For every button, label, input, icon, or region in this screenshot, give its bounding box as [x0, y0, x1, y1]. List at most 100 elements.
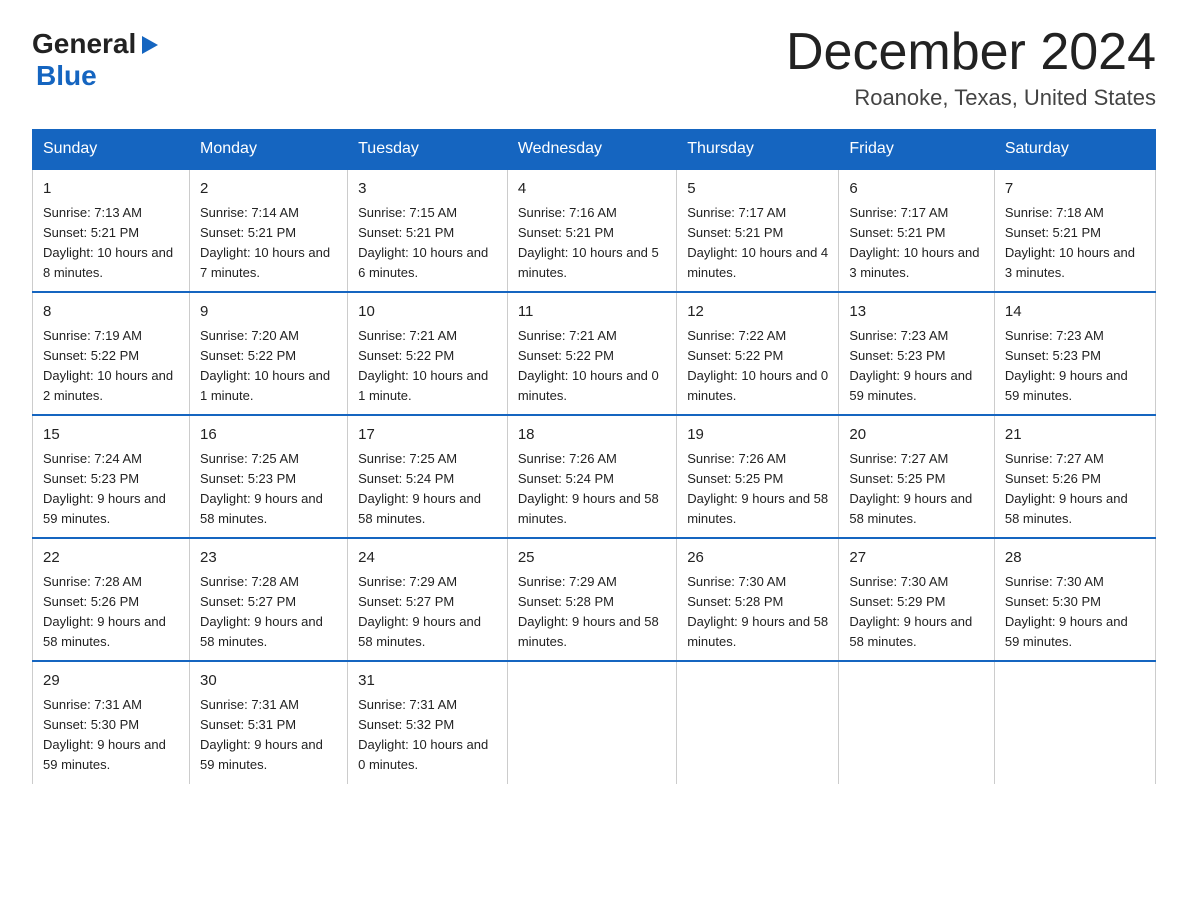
calendar-cell: 23Sunrise: 7:28 AMSunset: 5:27 PMDayligh… — [190, 538, 348, 661]
day-info: Sunrise: 7:22 AMSunset: 5:22 PMDaylight:… — [687, 326, 828, 407]
day-info: Sunrise: 7:25 AMSunset: 5:23 PMDaylight:… — [200, 449, 337, 530]
col-saturday: Saturday — [994, 130, 1155, 170]
calendar-cell: 30Sunrise: 7:31 AMSunset: 5:31 PMDayligh… — [190, 661, 348, 783]
day-info: Sunrise: 7:19 AMSunset: 5:22 PMDaylight:… — [43, 326, 179, 407]
day-number: 9 — [200, 301, 337, 324]
calendar-cell: 6Sunrise: 7:17 AMSunset: 5:21 PMDaylight… — [839, 169, 994, 292]
day-number: 13 — [849, 301, 983, 324]
day-number: 6 — [849, 178, 983, 201]
logo-general: General — [32, 28, 136, 60]
calendar-cell: 7Sunrise: 7:18 AMSunset: 5:21 PMDaylight… — [994, 169, 1155, 292]
calendar-cell: 25Sunrise: 7:29 AMSunset: 5:28 PMDayligh… — [507, 538, 676, 661]
calendar-cell — [507, 661, 676, 783]
title-block: December 2024 Roanoke, Texas, United Sta… — [786, 24, 1156, 111]
day-number: 15 — [43, 424, 179, 447]
calendar-cell: 29Sunrise: 7:31 AMSunset: 5:30 PMDayligh… — [33, 661, 190, 783]
calendar-header-row: Sunday Monday Tuesday Wednesday Thursday… — [33, 130, 1156, 170]
week-row-1: 1Sunrise: 7:13 AMSunset: 5:21 PMDaylight… — [33, 169, 1156, 292]
calendar-cell: 1Sunrise: 7:13 AMSunset: 5:21 PMDaylight… — [33, 169, 190, 292]
day-info: Sunrise: 7:23 AMSunset: 5:23 PMDaylight:… — [849, 326, 983, 407]
day-number: 1 — [43, 178, 179, 201]
day-info: Sunrise: 7:30 AMSunset: 5:29 PMDaylight:… — [849, 572, 983, 653]
calendar-cell: 20Sunrise: 7:27 AMSunset: 5:25 PMDayligh… — [839, 415, 994, 538]
day-number: 19 — [687, 424, 828, 447]
calendar-cell: 15Sunrise: 7:24 AMSunset: 5:23 PMDayligh… — [33, 415, 190, 538]
calendar-cell: 11Sunrise: 7:21 AMSunset: 5:22 PMDayligh… — [507, 292, 676, 415]
day-info: Sunrise: 7:16 AMSunset: 5:21 PMDaylight:… — [518, 203, 666, 284]
day-number: 22 — [43, 547, 179, 570]
day-info: Sunrise: 7:30 AMSunset: 5:30 PMDaylight:… — [1005, 572, 1145, 653]
day-info: Sunrise: 7:27 AMSunset: 5:25 PMDaylight:… — [849, 449, 983, 530]
calendar-cell: 24Sunrise: 7:29 AMSunset: 5:27 PMDayligh… — [348, 538, 508, 661]
day-number: 26 — [687, 547, 828, 570]
day-number: 16 — [200, 424, 337, 447]
calendar-cell: 5Sunrise: 7:17 AMSunset: 5:21 PMDaylight… — [677, 169, 839, 292]
day-info: Sunrise: 7:23 AMSunset: 5:23 PMDaylight:… — [1005, 326, 1145, 407]
week-row-3: 15Sunrise: 7:24 AMSunset: 5:23 PMDayligh… — [33, 415, 1156, 538]
day-info: Sunrise: 7:31 AMSunset: 5:30 PMDaylight:… — [43, 695, 179, 776]
day-number: 4 — [518, 178, 666, 201]
calendar-cell: 2Sunrise: 7:14 AMSunset: 5:21 PMDaylight… — [190, 169, 348, 292]
day-number: 20 — [849, 424, 983, 447]
calendar-cell: 4Sunrise: 7:16 AMSunset: 5:21 PMDaylight… — [507, 169, 676, 292]
calendar-cell: 31Sunrise: 7:31 AMSunset: 5:32 PMDayligh… — [348, 661, 508, 783]
week-row-2: 8Sunrise: 7:19 AMSunset: 5:22 PMDaylight… — [33, 292, 1156, 415]
day-number: 12 — [687, 301, 828, 324]
day-info: Sunrise: 7:27 AMSunset: 5:26 PMDaylight:… — [1005, 449, 1145, 530]
day-number: 29 — [43, 670, 179, 693]
calendar-cell: 3Sunrise: 7:15 AMSunset: 5:21 PMDaylight… — [348, 169, 508, 292]
calendar-table: Sunday Monday Tuesday Wednesday Thursday… — [32, 129, 1156, 783]
logo-blue: Blue — [36, 60, 97, 91]
col-tuesday: Tuesday — [348, 130, 508, 170]
col-wednesday: Wednesday — [507, 130, 676, 170]
calendar-cell: 22Sunrise: 7:28 AMSunset: 5:26 PMDayligh… — [33, 538, 190, 661]
calendar-cell: 28Sunrise: 7:30 AMSunset: 5:30 PMDayligh… — [994, 538, 1155, 661]
day-number: 8 — [43, 301, 179, 324]
col-thursday: Thursday — [677, 130, 839, 170]
week-row-5: 29Sunrise: 7:31 AMSunset: 5:30 PMDayligh… — [33, 661, 1156, 783]
day-info: Sunrise: 7:25 AMSunset: 5:24 PMDaylight:… — [358, 449, 497, 530]
day-number: 27 — [849, 547, 983, 570]
calendar-cell — [994, 661, 1155, 783]
calendar-cell: 17Sunrise: 7:25 AMSunset: 5:24 PMDayligh… — [348, 415, 508, 538]
logo-triangle-icon — [138, 34, 160, 56]
day-number: 31 — [358, 670, 497, 693]
day-info: Sunrise: 7:21 AMSunset: 5:22 PMDaylight:… — [358, 326, 497, 407]
day-info: Sunrise: 7:17 AMSunset: 5:21 PMDaylight:… — [849, 203, 983, 284]
page-title: December 2024 — [786, 24, 1156, 81]
logo: General Blue — [32, 28, 160, 92]
day-info: Sunrise: 7:15 AMSunset: 5:21 PMDaylight:… — [358, 203, 497, 284]
day-number: 23 — [200, 547, 337, 570]
day-number: 24 — [358, 547, 497, 570]
col-friday: Friday — [839, 130, 994, 170]
day-info: Sunrise: 7:28 AMSunset: 5:27 PMDaylight:… — [200, 572, 337, 653]
page-header: General Blue December 2024 Roanoke, Texa… — [32, 24, 1156, 111]
day-info: Sunrise: 7:28 AMSunset: 5:26 PMDaylight:… — [43, 572, 179, 653]
week-row-4: 22Sunrise: 7:28 AMSunset: 5:26 PMDayligh… — [33, 538, 1156, 661]
day-info: Sunrise: 7:31 AMSunset: 5:31 PMDaylight:… — [200, 695, 337, 776]
day-info: Sunrise: 7:18 AMSunset: 5:21 PMDaylight:… — [1005, 203, 1145, 284]
col-monday: Monday — [190, 130, 348, 170]
day-info: Sunrise: 7:31 AMSunset: 5:32 PMDaylight:… — [358, 695, 497, 776]
day-number: 3 — [358, 178, 497, 201]
day-info: Sunrise: 7:26 AMSunset: 5:24 PMDaylight:… — [518, 449, 666, 530]
day-number: 17 — [358, 424, 497, 447]
day-number: 5 — [687, 178, 828, 201]
day-number: 10 — [358, 301, 497, 324]
day-number: 14 — [1005, 301, 1145, 324]
calendar-cell: 16Sunrise: 7:25 AMSunset: 5:23 PMDayligh… — [190, 415, 348, 538]
calendar-cell: 8Sunrise: 7:19 AMSunset: 5:22 PMDaylight… — [33, 292, 190, 415]
day-info: Sunrise: 7:21 AMSunset: 5:22 PMDaylight:… — [518, 326, 666, 407]
col-sunday: Sunday — [33, 130, 190, 170]
day-number: 7 — [1005, 178, 1145, 201]
day-info: Sunrise: 7:20 AMSunset: 5:22 PMDaylight:… — [200, 326, 337, 407]
calendar-cell: 21Sunrise: 7:27 AMSunset: 5:26 PMDayligh… — [994, 415, 1155, 538]
calendar-cell — [677, 661, 839, 783]
day-info: Sunrise: 7:30 AMSunset: 5:28 PMDaylight:… — [687, 572, 828, 653]
day-info: Sunrise: 7:24 AMSunset: 5:23 PMDaylight:… — [43, 449, 179, 530]
page-subtitle: Roanoke, Texas, United States — [786, 85, 1156, 111]
day-number: 2 — [200, 178, 337, 201]
day-info: Sunrise: 7:13 AMSunset: 5:21 PMDaylight:… — [43, 203, 179, 284]
day-info: Sunrise: 7:29 AMSunset: 5:28 PMDaylight:… — [518, 572, 666, 653]
day-info: Sunrise: 7:17 AMSunset: 5:21 PMDaylight:… — [687, 203, 828, 284]
